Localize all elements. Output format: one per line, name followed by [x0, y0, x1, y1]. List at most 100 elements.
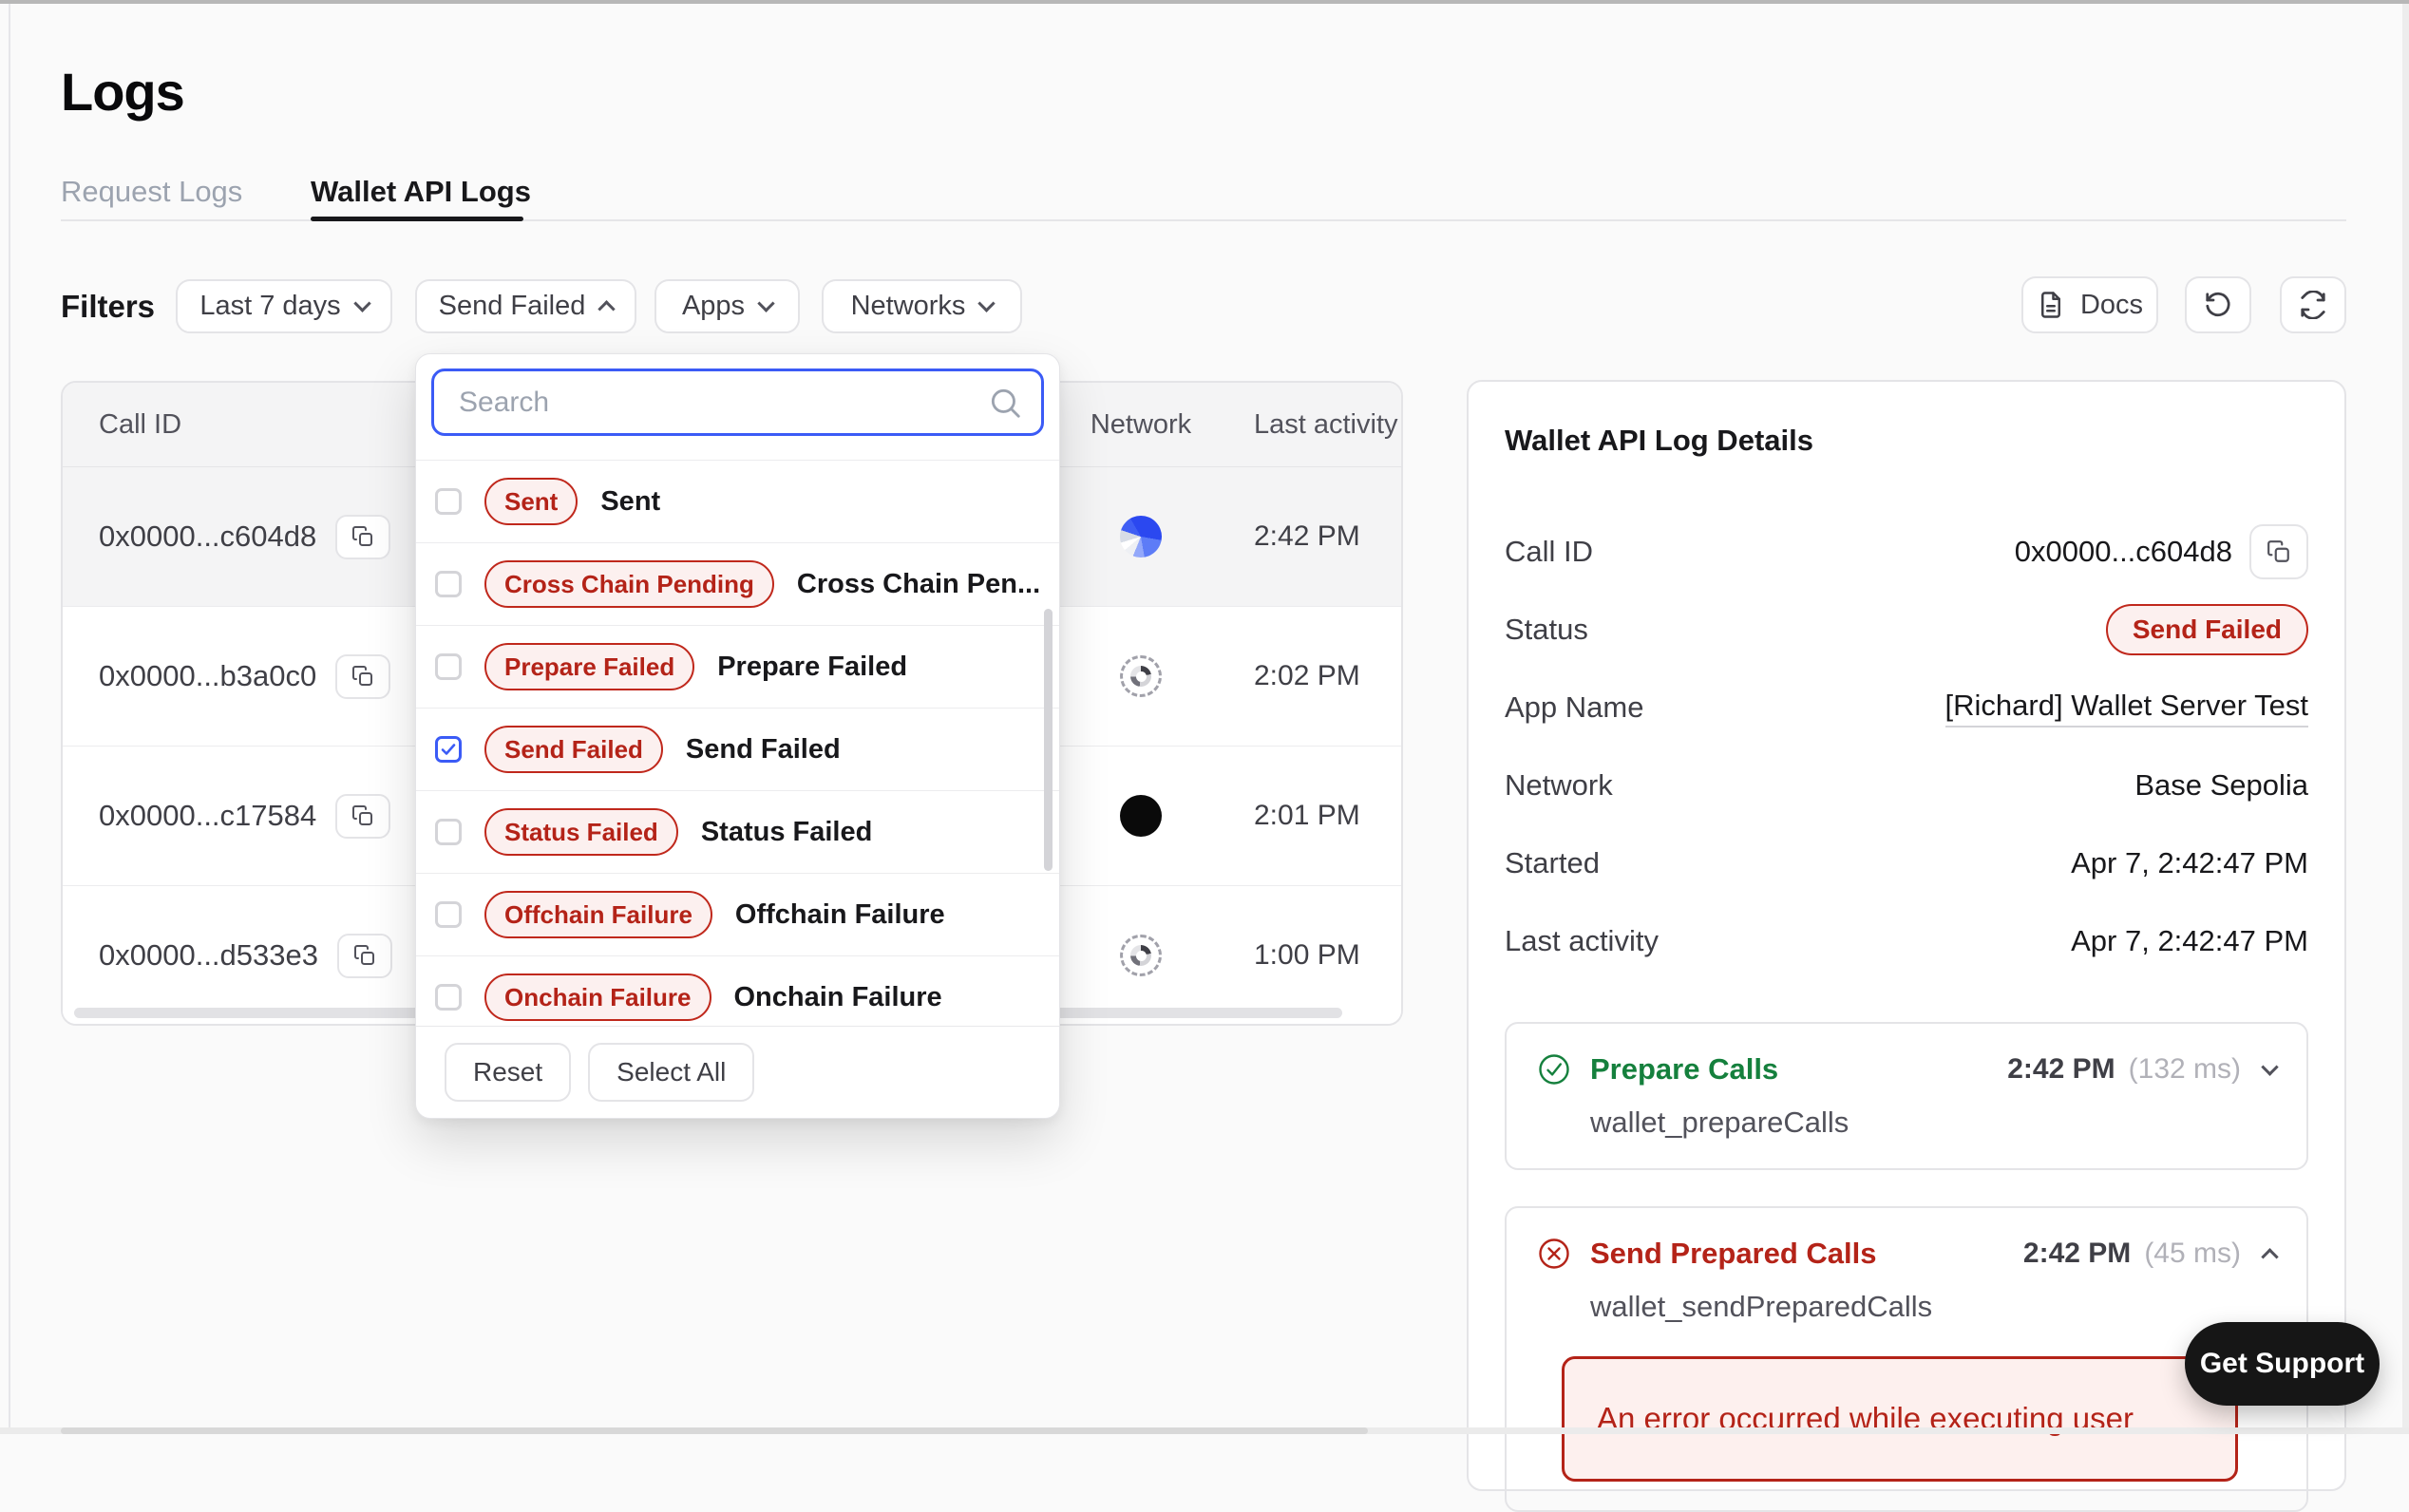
copy-button[interactable] — [337, 933, 392, 978]
checkbox-unchecked[interactable] — [435, 488, 462, 515]
networks-filter-label: Networks — [850, 291, 966, 321]
copy-button[interactable] — [335, 653, 391, 699]
undo-icon — [2206, 292, 2230, 317]
started-value: Apr 7, 2:42:47 PM — [2071, 846, 2308, 879]
status-option-cross-chain-pending[interactable]: Cross Chain Pending Cross Chain Pen... — [416, 543, 1059, 626]
date-range-filter-label: Last 7 days — [199, 291, 341, 321]
apps-filter-button[interactable]: Apps — [654, 279, 800, 333]
step-time: 2:42 PM — [2007, 1053, 2115, 1085]
step-title: Send Prepared Calls — [1590, 1237, 1877, 1270]
last-activity-value: Apr 7, 2:42:47 PM — [2071, 924, 2308, 957]
copy-button[interactable] — [2249, 524, 2308, 579]
copy-icon — [352, 526, 373, 546]
checkbox-unchecked[interactable] — [435, 819, 462, 845]
networks-filter-button[interactable]: Networks — [822, 279, 1022, 333]
call-id-value: 0x0000...c17584 — [99, 799, 317, 832]
page-horizontal-scrollbar-thumb[interactable] — [61, 1427, 1368, 1434]
copy-icon — [352, 805, 373, 825]
detail-row-network: Network Base Sepolia — [1505, 768, 2308, 802]
checkbox-unchecked[interactable] — [435, 901, 462, 928]
tab-request-logs[interactable]: Request Logs — [61, 175, 242, 209]
detail-row-started: Started Apr 7, 2:42:47 PM — [1505, 846, 2308, 879]
call-id-value: 0x0000...c604d8 — [99, 520, 317, 553]
step-card-prepare-calls[interactable]: Prepare Calls 2:42 PM (132 ms) wallet_pr… — [1505, 1022, 2308, 1170]
column-header-network: Network — [1090, 408, 1192, 440]
call-id-value: 0x0000...d533e3 — [99, 938, 318, 972]
detail-row-last-activity: Last activity Apr 7, 2:42:47 PM — [1505, 924, 2308, 957]
copy-icon — [354, 945, 374, 965]
status-option-sent[interactable]: Sent Sent — [416, 461, 1059, 543]
search-icon — [991, 388, 1020, 418]
detail-row-app-name: App Name [Richard] Wallet Server Test — [1505, 669, 2308, 747]
window-right-scroll-gutter[interactable] — [2402, 4, 2409, 1434]
copy-icon — [2267, 540, 2289, 562]
select-all-button[interactable]: Select All — [588, 1043, 755, 1102]
copy-button[interactable] — [335, 514, 391, 559]
step-method: wallet_prepareCalls — [1590, 1106, 1849, 1139]
get-support-button[interactable]: Get Support — [2185, 1322, 2380, 1406]
search-input[interactable] — [431, 369, 1044, 436]
step-time: 2:42 PM — [2022, 1238, 2132, 1269]
status-filter-dropdown: Sent Sent Cross Chain Pending Cross Chai… — [415, 353, 1060, 1119]
detail-row-call-id: Call ID 0x0000...c604d8 — [1505, 513, 2308, 591]
error-x-icon — [1539, 1238, 1569, 1269]
step-duration: (132 ms) — [2128, 1053, 2241, 1085]
chevron-down-icon — [977, 294, 996, 312]
chevron-down-icon — [757, 294, 775, 312]
success-check-icon — [1539, 1054, 1569, 1085]
status-option-offchain-failure[interactable]: Offchain Failure Offchain Failure — [416, 874, 1059, 956]
checkbox-unchecked[interactable] — [435, 571, 462, 597]
document-icon — [2040, 292, 2060, 318]
last-activity-value: 2:01 PM — [1254, 800, 1360, 831]
reset-button[interactable]: Reset — [445, 1043, 572, 1102]
pending-network-icon — [1120, 655, 1162, 697]
step-duration: (45 ms) — [2144, 1238, 2241, 1269]
tab-wallet-api-logs[interactable]: Wallet API Logs — [311, 175, 531, 209]
filters-label: Filters — [61, 289, 156, 324]
chevron-up-icon[interactable] — [2261, 1247, 2279, 1266]
status-filter-button[interactable]: Send Failed — [415, 279, 636, 333]
last-activity-value: 1:00 PM — [1254, 939, 1360, 971]
network-value: Base Sepolia — [2134, 768, 2308, 802]
status-option-status-failed[interactable]: Status Failed Status Failed — [416, 791, 1059, 874]
dark-network-icon — [1120, 795, 1162, 837]
active-tab-indicator — [311, 217, 523, 221]
check-icon — [441, 744, 456, 755]
detail-call-id-value: 0x0000...c604d8 — [2014, 535, 2232, 568]
status-badge: Sent — [484, 477, 579, 526]
date-range-filter-button[interactable]: Last 7 days — [176, 279, 392, 333]
base-sepolia-network-icon — [1120, 516, 1162, 558]
call-id-value: 0x0000...b3a0c0 — [99, 659, 317, 692]
copy-button[interactable] — [335, 793, 391, 839]
refresh-button[interactable] — [2280, 276, 2346, 333]
checkbox-checked[interactable] — [435, 736, 462, 763]
window-left-edge — [9, 4, 10, 1434]
checkbox-unchecked[interactable] — [435, 984, 462, 1011]
chevron-down-icon — [352, 294, 371, 312]
copy-icon — [352, 666, 373, 686]
chevron-down-icon[interactable] — [2261, 1057, 2279, 1076]
step-method: wallet_sendPreparedCalls — [1590, 1290, 1933, 1323]
window-top-edge — [0, 0, 2409, 4]
checkbox-unchecked[interactable] — [435, 653, 462, 680]
status-badge: Cross Chain Pending — [484, 559, 774, 609]
clipped-option-above — [416, 444, 1059, 461]
last-activity-value: 2:02 PM — [1254, 660, 1360, 691]
docs-button[interactable]: Docs — [2021, 276, 2158, 333]
dropdown-scrollbar[interactable] — [1044, 609, 1053, 871]
app-name-link[interactable]: [Richard] Wallet Server Test — [1944, 689, 2308, 728]
page-title: Logs — [61, 62, 185, 122]
chevron-up-icon — [598, 300, 616, 318]
status-badge: Onchain Failure — [484, 973, 711, 1022]
undo-button[interactable] — [2185, 276, 2251, 333]
apps-filter-label: Apps — [681, 291, 746, 321]
status-option-send-failed[interactable]: Send Failed Send Failed — [416, 709, 1059, 791]
column-header-last-activity: Last activity — [1254, 408, 1398, 440]
status-option-prepare-failed[interactable]: Prepare Failed Prepare Failed — [416, 626, 1059, 709]
detail-row-status: Status Send Failed — [1505, 591, 2308, 669]
step-title: Prepare Calls — [1590, 1052, 1779, 1086]
error-message-box: An error occurred while executing user — [1562, 1356, 2238, 1482]
status-filter-label: Send Failed — [438, 291, 586, 321]
last-activity-value: 2:42 PM — [1254, 520, 1360, 552]
status-badge: Prepare Failed — [484, 642, 695, 691]
